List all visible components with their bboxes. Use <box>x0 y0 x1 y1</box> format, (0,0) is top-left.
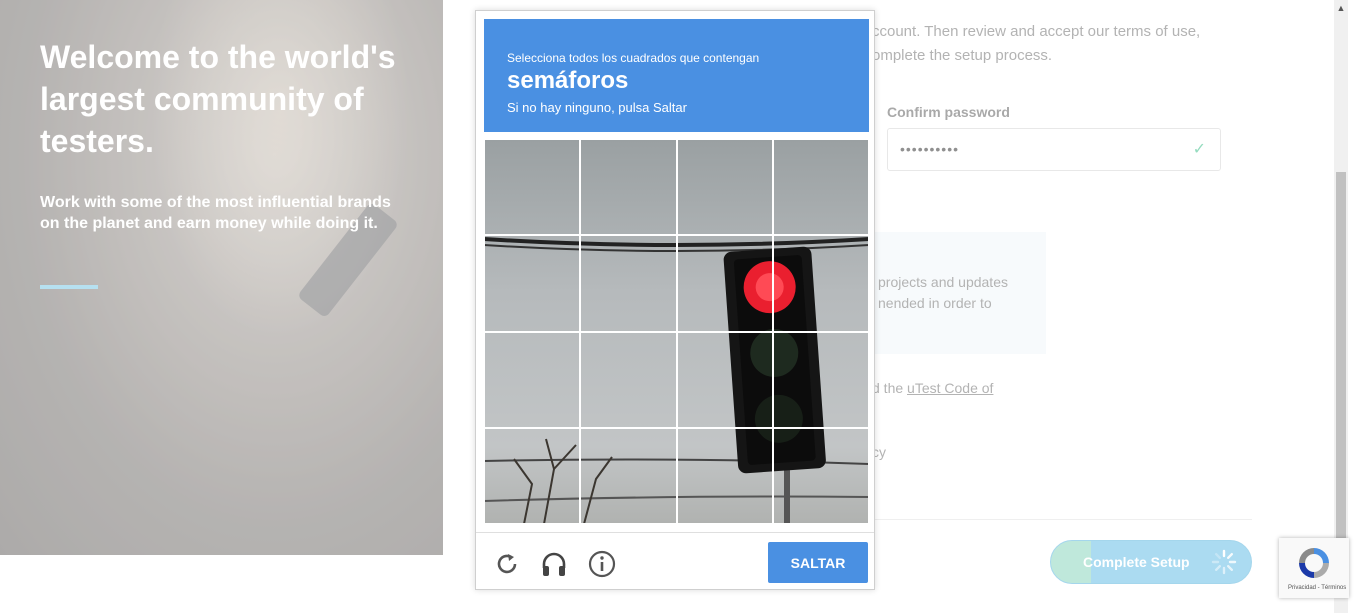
captcha-tile[interactable] <box>772 331 869 428</box>
recaptcha-badge[interactable]: Privacidad - Términos <box>1279 538 1349 598</box>
skip-button[interactable]: SALTAR <box>768 542 868 583</box>
captcha-tile[interactable] <box>580 427 677 524</box>
captcha-tile[interactable] <box>676 427 773 524</box>
captcha-tile[interactable] <box>772 427 869 524</box>
captcha-tile[interactable] <box>484 139 581 236</box>
captcha-tile[interactable] <box>580 235 677 332</box>
captcha-tile[interactable] <box>484 235 581 332</box>
captcha-instruction: Selecciona todos los cuadrados que conte… <box>507 51 760 65</box>
captcha-tile[interactable] <box>484 331 581 428</box>
captcha-tile[interactable] <box>676 235 773 332</box>
captcha-tile[interactable] <box>580 139 677 236</box>
captcha-target: semáforos <box>507 67 629 94</box>
scroll-up-icon[interactable]: ▲ <box>1334 0 1348 16</box>
captcha-image-grid <box>484 139 869 524</box>
info-icon[interactable] <box>587 549 617 579</box>
captcha-header: Selecciona todos los cuadrados que conte… <box>484 19 869 132</box>
captcha-tile[interactable] <box>676 139 773 236</box>
reload-icon[interactable] <box>492 549 522 579</box>
captcha-challenge: Selecciona todos los cuadrados que conte… <box>475 10 875 590</box>
captcha-skip-note: Si no hay ninguno, pulsa Saltar <box>507 100 687 115</box>
captcha-tile[interactable] <box>676 331 773 428</box>
captcha-tile[interactable] <box>580 331 677 428</box>
captcha-tile[interactable] <box>772 235 869 332</box>
captcha-tile[interactable] <box>484 427 581 524</box>
captcha-tile[interactable] <box>772 139 869 236</box>
scrollbar-thumb[interactable] <box>1336 172 1346 538</box>
captcha-footer-divider <box>476 532 874 533</box>
recaptcha-logo-icon <box>1299 548 1329 578</box>
audio-headphones-icon[interactable] <box>539 549 569 579</box>
recaptcha-terms[interactable]: Privacidad - Términos <box>1288 585 1346 591</box>
